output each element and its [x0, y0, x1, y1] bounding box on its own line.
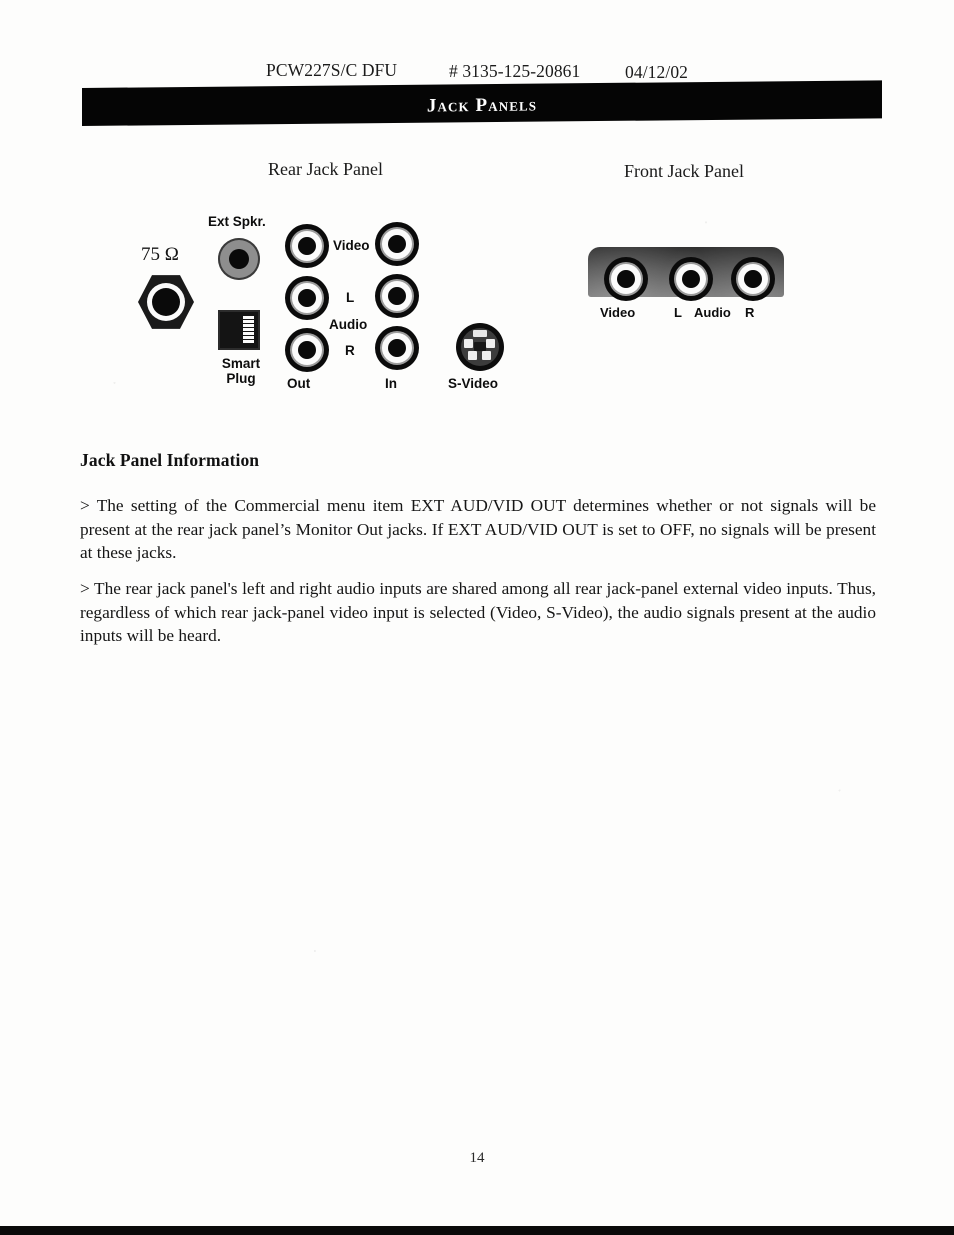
antenna-impedance-label: 75 Ω	[141, 244, 179, 265]
smart-plug-label: Smart Plug	[215, 356, 267, 386]
front-rca-jack-video	[604, 257, 648, 301]
rear-jack-panel-diagram: 75 Ω Ext Spkr. Smart Plug Video L Audio …	[120, 200, 540, 405]
scan-bottom-edge	[0, 1226, 954, 1235]
antenna-f-connector-icon	[138, 274, 194, 330]
front-rca-jack-audio-right	[731, 257, 775, 301]
document-page: PCW227S/C DFU # 3135-125-20861 04/12/02 …	[0, 0, 954, 1235]
rear-panel-caption: Rear Jack Panel	[268, 159, 383, 179]
front-audio-group-label: Audio	[694, 305, 731, 320]
rca-jack-monitor-out-video	[285, 224, 329, 268]
rear-audio-right-row-label: R	[345, 343, 355, 358]
page-number: 14	[469, 1150, 485, 1166]
rear-video-row-label: Video	[333, 238, 370, 253]
rear-audio-group-label: Audio	[329, 317, 368, 332]
front-jack-panel-diagram: Video L Audio R	[588, 247, 788, 332]
section-banner: Jack Panels	[82, 80, 882, 126]
smart-plug-label-line1: Smart	[221, 356, 261, 371]
front-video-label: Video	[600, 305, 636, 320]
rear-audio-left-row-label: L	[346, 290, 355, 305]
document-model-code: PCW227S/C DFU	[266, 60, 398, 80]
s-video-label: S-Video	[448, 376, 499, 391]
rca-jack-input-audio-right	[375, 326, 419, 370]
rca-jack-input-video	[375, 222, 419, 266]
front-rca-jack-audio-left	[669, 257, 713, 301]
monitor-out-column-label: Out	[287, 376, 311, 391]
document-date: 04/12/02	[625, 62, 689, 82]
ext-speaker-jack-icon	[218, 238, 260, 280]
front-audio-left-label: L	[674, 305, 682, 320]
section-heading: Jack Panel Information	[80, 450, 260, 470]
rca-jack-monitor-out-audio-left	[285, 276, 329, 320]
ext-speaker-label: Ext Spkr.	[208, 214, 266, 229]
smart-plug-label-line2: Plug	[226, 371, 256, 386]
paragraph-shared-audio-inputs: > The rear jack panel's left and right a…	[80, 579, 876, 645]
rca-jack-input-audio-left	[375, 274, 419, 318]
rca-jack-monitor-out-audio-right	[285, 328, 329, 372]
document-part-number: # 3135-125-20861	[449, 61, 581, 81]
smart-plug-jack-icon	[218, 310, 260, 350]
front-audio-right-label: R	[745, 305, 755, 320]
front-panel-caption: Front Jack Panel	[624, 161, 744, 181]
s-video-connector-icon	[456, 323, 504, 371]
input-column-label: In	[385, 376, 397, 391]
paragraph-ext-aud-vid-out: > The setting of the Commercial menu ite…	[80, 496, 876, 562]
